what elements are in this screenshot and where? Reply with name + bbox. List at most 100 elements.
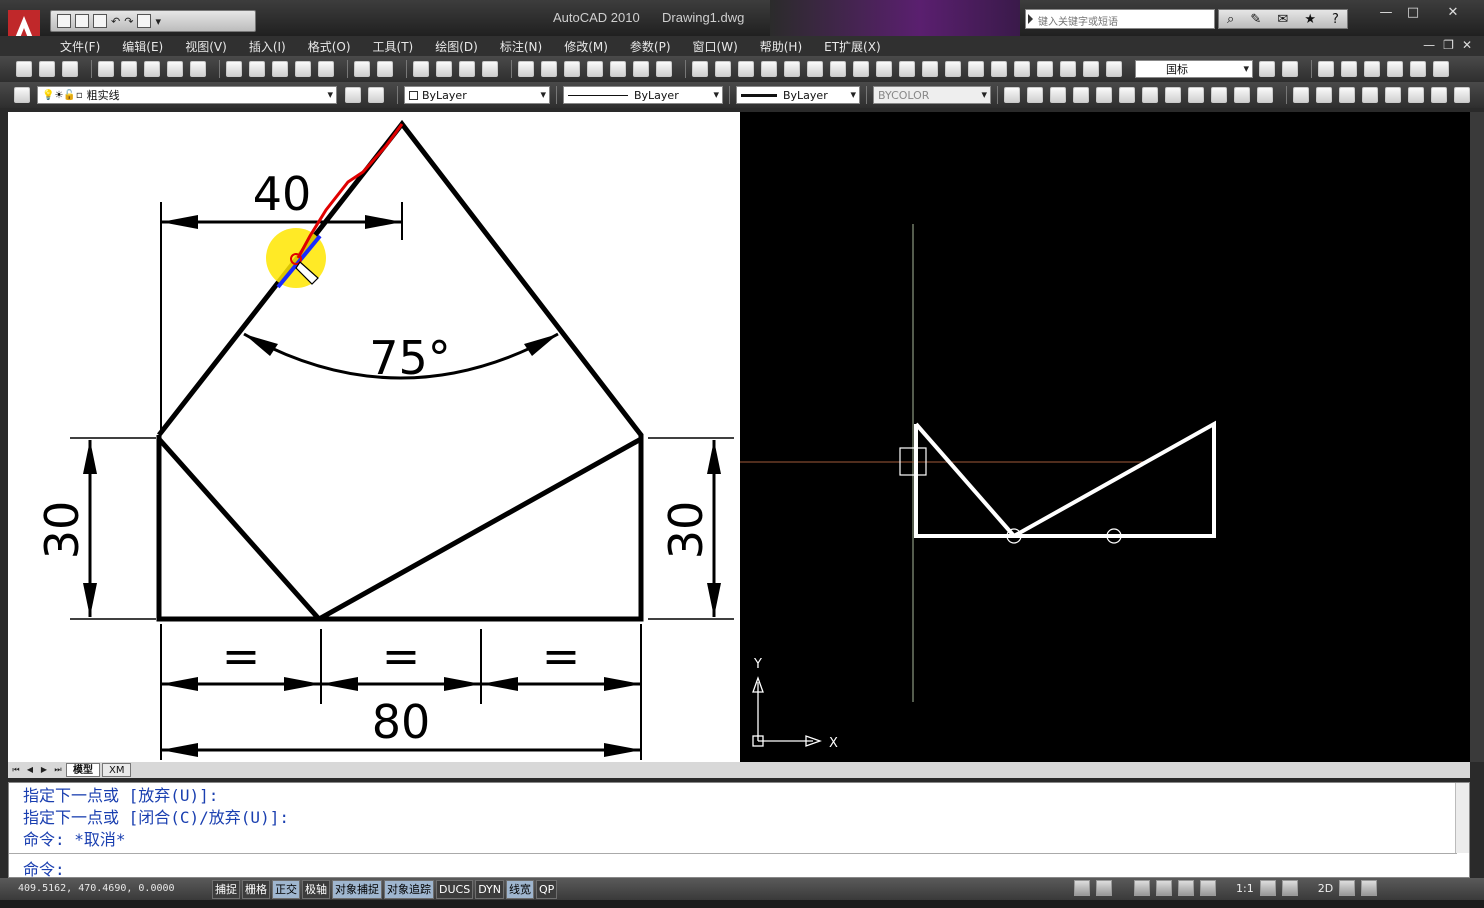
match-properties-icon[interactable] <box>295 61 311 77</box>
next-tab-icon[interactable]: ▶ <box>38 764 50 776</box>
maximize-button[interactable]: □ <box>1400 6 1426 22</box>
prev-tab-icon[interactable]: ◀ <box>24 764 36 776</box>
menu-insert[interactable]: 插入(I) <box>249 38 286 55</box>
dim-aligned-icon[interactable] <box>715 61 731 77</box>
ucs-world-icon[interactable] <box>1316 87 1332 103</box>
tolerance-icon[interactable] <box>991 61 1007 77</box>
doc-restore-button[interactable]: ❐ <box>1443 38 1454 52</box>
toggle-ducs[interactable]: DUCS <box>436 880 474 899</box>
menu-modify[interactable]: 修改(M) <box>564 38 608 55</box>
ucs-object-icon[interactable] <box>1385 87 1401 103</box>
publish-icon[interactable] <box>144 61 160 77</box>
design-center-icon[interactable] <box>541 61 557 77</box>
plot-icon[interactable] <box>137 14 152 28</box>
dim-angular-icon[interactable] <box>853 61 869 77</box>
steeringwheel-icon[interactable] <box>1178 880 1194 896</box>
paste-icon[interactable] <box>272 61 288 77</box>
toggle-qp[interactable]: QP <box>536 880 558 899</box>
sheet-set-icon[interactable] <box>587 61 603 77</box>
redo-icon[interactable]: ↷ <box>124 15 133 28</box>
zoom-window-icon[interactable] <box>459 61 475 77</box>
doc-minimize-button[interactable]: — <box>1423 38 1435 52</box>
ucs-x-icon[interactable] <box>1454 87 1470 103</box>
text-icon[interactable] <box>1387 61 1403 77</box>
toggle-osnap[interactable]: 对象捕捉 <box>332 880 382 899</box>
ucs-previous-icon[interactable] <box>1339 87 1355 103</box>
markup-icon[interactable] <box>610 61 626 77</box>
binoculars-icon[interactable]: ⌕ <box>1227 12 1234 27</box>
search-input[interactable] <box>1026 13 1214 32</box>
favorites-icon[interactable]: ★ <box>1304 12 1316 27</box>
toggle-grid[interactable]: 栅格 <box>242 880 270 899</box>
zoom-realtime-icon[interactable] <box>436 61 452 77</box>
dim-space-icon[interactable] <box>945 61 961 77</box>
dim-style-icon[interactable] <box>1259 61 1275 77</box>
plot-preview-icon[interactable] <box>121 61 137 77</box>
osnap-quadrant-icon[interactable] <box>1188 87 1204 103</box>
comm-center-icon[interactable]: ✉ <box>1277 12 1288 27</box>
plotstyle-select[interactable]: BYCOLOR <box>873 86 991 104</box>
dim-diameter-icon[interactable] <box>830 61 846 77</box>
table-style-icon[interactable] <box>1341 61 1357 77</box>
menu-express[interactable]: ET扩展(X) <box>824 38 881 55</box>
qat-dropdown-icon[interactable]: ▾ <box>155 15 161 28</box>
dim-jogged-icon[interactable] <box>807 61 823 77</box>
cut-icon[interactable] <box>226 61 242 77</box>
dim-style-select[interactable]: 国标 <box>1135 60 1253 78</box>
make-current-icon[interactable] <box>345 87 361 103</box>
annotation-visibility-icon[interactable] <box>1259 880 1276 896</box>
pan-icon[interactable] <box>413 61 429 77</box>
dim-text-edit-icon[interactable] <box>1106 61 1122 77</box>
command-input-line[interactable]: 命令: <box>9 853 1457 879</box>
annotation-scale[interactable]: 1:1 <box>1236 880 1254 898</box>
osnap-tangent-icon[interactable] <box>1211 87 1227 103</box>
jogged-linear-icon[interactable] <box>1060 61 1076 77</box>
3d-dwf-icon[interactable] <box>167 61 183 77</box>
toggle-snap[interactable]: 捕捉 <box>212 880 240 899</box>
calculator-icon[interactable] <box>633 61 649 77</box>
tab-model[interactable]: 模型 <box>66 763 100 777</box>
toggle-polar[interactable]: 极轴 <box>302 880 330 899</box>
command-scrollbar[interactable] <box>1455 783 1469 853</box>
drawing-area[interactable]: 40 75° 30 30 = = = 80 Y X <box>8 112 1470 762</box>
block-editor-icon[interactable] <box>318 61 334 77</box>
menu-tools[interactable]: 工具(T) <box>373 38 414 55</box>
dim-break-icon[interactable] <box>968 61 984 77</box>
new-file-icon[interactable] <box>57 14 71 28</box>
print-icon[interactable] <box>98 61 114 77</box>
osnap-endpoint-icon[interactable] <box>1004 87 1020 103</box>
menu-file[interactable]: 文件(F) <box>60 38 100 55</box>
osnap-midpoint-icon[interactable] <box>1027 87 1043 103</box>
drawing-vertical-scrollbar[interactable] <box>1470 112 1484 762</box>
inspection-icon[interactable] <box>1037 61 1053 77</box>
osnap-extension-icon[interactable] <box>1096 87 1112 103</box>
dim-radius-icon[interactable] <box>784 61 800 77</box>
menu-view[interactable]: 视图(V) <box>185 38 227 55</box>
osnap-perpendicular-icon[interactable] <box>1142 87 1158 103</box>
osnap-center-icon[interactable] <box>1165 87 1181 103</box>
zoom-previous-icon[interactable] <box>482 61 498 77</box>
doc-close-button[interactable]: ✕ <box>1462 38 1472 52</box>
osnap-apparent-icon[interactable] <box>1073 87 1089 103</box>
lineweight-select[interactable]: ByLayer <box>736 86 860 104</box>
mtext-icon[interactable] <box>1410 61 1426 77</box>
save-icon[interactable] <box>93 14 107 28</box>
ucs-face-icon[interactable] <box>1362 87 1378 103</box>
first-tab-icon[interactable]: ⏮ <box>10 764 22 776</box>
linetype-select[interactable]: ByLayer <box>563 86 723 104</box>
dim-baseline-icon[interactable] <box>899 61 915 77</box>
osnap-intersection-icon[interactable] <box>1050 87 1066 103</box>
multileader-icon[interactable] <box>1364 61 1380 77</box>
layer-select[interactable]: 💡☀🔓▫ 粗实线 <box>37 86 337 104</box>
text-style-icon[interactable] <box>1318 61 1334 77</box>
coordinate-readout[interactable]: 409.5162, 470.4690, 0.0000 <box>18 883 175 894</box>
ucs-origin-icon[interactable] <box>1431 87 1447 103</box>
undo-icon[interactable]: ↶ <box>111 15 120 28</box>
open-icon[interactable] <box>39 61 55 77</box>
zoom-icon[interactable] <box>1156 880 1172 896</box>
osnap-none-icon[interactable] <box>1234 87 1250 103</box>
layer-manager-icon[interactable] <box>14 87 30 103</box>
workspace-switch[interactable]: 2D <box>1318 880 1333 898</box>
layer-previous-icon[interactable] <box>368 87 384 103</box>
layout-icon[interactable] <box>1096 880 1112 896</box>
